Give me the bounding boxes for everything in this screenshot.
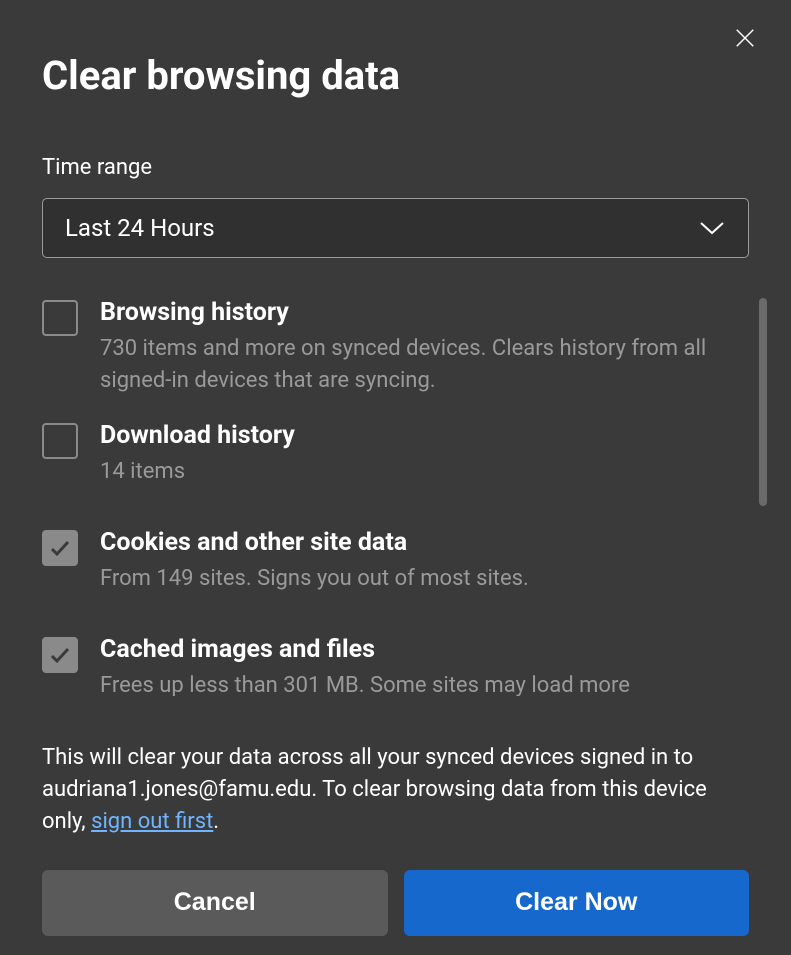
time-range-label: Time range — [42, 155, 749, 180]
checkbox-cookies[interactable] — [42, 530, 78, 566]
option-browsing-history: Browsing history 730 items and more on s… — [42, 298, 729, 397]
option-description: 730 items and more on synced devices. Cl… — [100, 333, 729, 397]
footer-note-suffix: . — [213, 809, 219, 834]
close-button[interactable] — [729, 22, 761, 54]
option-cached: Cached images and files Frees up less th… — [42, 635, 729, 696]
option-text: Cached images and files Frees up less th… — [100, 635, 729, 696]
checkbox-download-history[interactable] — [42, 423, 78, 459]
cancel-button[interactable]: Cancel — [42, 870, 388, 936]
option-text: Cookies and other site data From 149 sit… — [100, 528, 729, 595]
clear-now-button[interactable]: Clear Now — [404, 870, 750, 936]
option-download-history: Download history 14 items — [42, 421, 729, 488]
option-cookies: Cookies and other site data From 149 sit… — [42, 528, 729, 595]
options-container: Browsing history 730 items and more on s… — [42, 298, 749, 696]
check-icon — [48, 643, 72, 667]
dialog-title: Clear browsing data — [42, 52, 749, 99]
option-title: Cached images and files — [100, 635, 729, 664]
footer-note: This will clear your data across all you… — [42, 742, 749, 838]
clear-browsing-data-dialog: Clear browsing data Time range Last 24 H… — [0, 0, 791, 955]
option-title: Cookies and other site data — [100, 528, 729, 557]
close-icon — [734, 27, 756, 49]
check-icon — [48, 536, 72, 560]
chevron-down-icon — [698, 219, 726, 237]
option-description: From 149 sites. Signs you out of most si… — [100, 563, 729, 595]
checkbox-browsing-history[interactable] — [42, 300, 78, 336]
scrollbar-thumb[interactable] — [759, 298, 767, 506]
option-title: Browsing history — [100, 298, 729, 327]
checkbox-cached[interactable] — [42, 637, 78, 673]
option-text: Browsing history 730 items and more on s… — [100, 298, 729, 397]
button-row: Cancel Clear Now — [42, 870, 749, 936]
option-description: 14 items — [100, 456, 729, 488]
option-description: Frees up less than 301 MB. Some sites ma… — [100, 670, 729, 696]
time-range-select[interactable]: Last 24 Hours — [42, 198, 749, 258]
option-title: Download history — [100, 421, 729, 450]
options-list: Browsing history 730 items and more on s… — [42, 298, 749, 696]
option-text: Download history 14 items — [100, 421, 729, 488]
time-range-select-wrapper: Last 24 Hours — [42, 198, 749, 258]
time-range-value: Last 24 Hours — [65, 214, 215, 242]
sign-out-link[interactable]: sign out first — [91, 809, 213, 834]
